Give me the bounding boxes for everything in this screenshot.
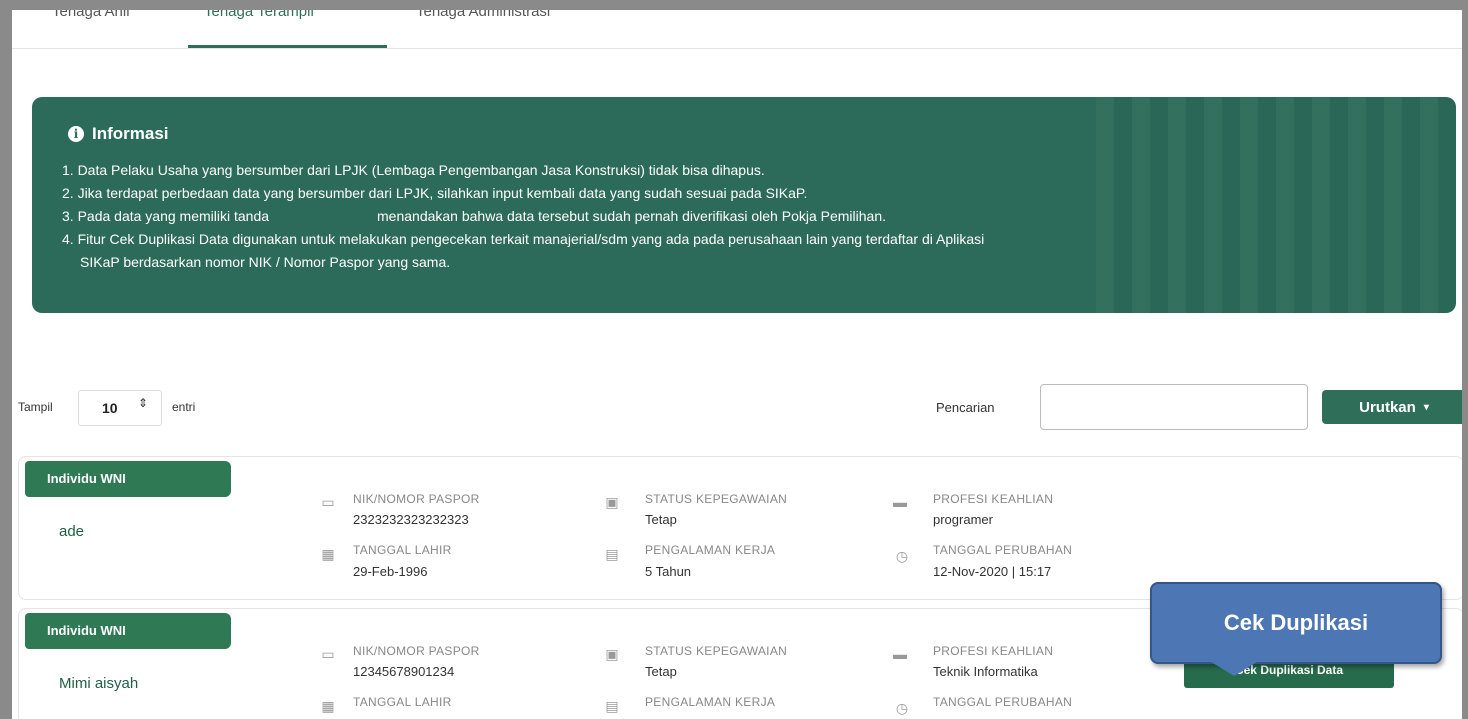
briefcase-icon: ▬ (893, 646, 907, 662)
window-frame-right (1462, 0, 1468, 719)
tgl-perubahan-label: TANGGAL PERUBAHAN (933, 695, 1073, 709)
tgl-lahir-label: TANGGAL LAHIR (353, 543, 452, 557)
page: Tenaga Ahli Tenaga Terampil Tenaga Admin… (12, 10, 1462, 719)
person-name[interactable]: Mimi aisyah (59, 675, 138, 692)
nik-label: NIK/NOMOR PASPOR (353, 492, 480, 506)
profesi-label: PROFESI KEAHLIAN (933, 644, 1054, 658)
profesi-label: PROFESI KEAHLIAN (933, 492, 1054, 506)
sort-button-label: Urutkan (1359, 398, 1416, 416)
status-label: STATUS KEPEGAWAIAN (645, 492, 788, 506)
person-badge-icon: ▣ (605, 646, 619, 662)
person-name[interactable]: ade (59, 523, 84, 540)
callout-pointer (1208, 660, 1260, 676)
briefcase-icon: ▬ (893, 494, 907, 510)
window-frame-top (0, 0, 1468, 10)
status-value: Tetap (645, 664, 677, 679)
tgl-perubahan-value: 12-Nov-2020 | 15:17 (933, 564, 1052, 579)
active-tab-indicator (188, 45, 387, 48)
status-value: Tetap (645, 512, 677, 527)
calendar-icon: ▦ (321, 698, 335, 714)
nik-value: 12345678901234 (353, 664, 455, 679)
info-item-1: 1. Data Pelaku Usaha yang bersumber dari… (62, 162, 765, 178)
status-label: STATUS KEPEGAWAIAN (645, 644, 788, 658)
info-item-4: 4. Fitur Cek Duplikasi Data digunakan un… (62, 231, 985, 247)
profesi-value: programer (933, 512, 993, 527)
show-label: Tampil (18, 400, 53, 414)
clipboard-icon: ▤ (605, 698, 619, 714)
sort-button[interactable]: Urutkan ▾ (1322, 390, 1462, 424)
cek-duplikasi-callout: Cek Duplikasi (1150, 582, 1442, 664)
clock-icon: ◷ (895, 700, 909, 716)
id-card-icon: ▭ (321, 494, 335, 510)
nik-label: NIK/NOMOR PASPOR (353, 644, 480, 658)
info-item-3-part1: 3. Pada data yang memiliki tanda (62, 208, 270, 224)
clipboard-icon: ▤ (605, 546, 619, 562)
tab-tenaga-administrasi[interactable]: Tenaga Administrasi (416, 10, 550, 41)
tgl-perubahan-label: TANGGAL PERUBAHAN (933, 543, 1073, 557)
info-title: i Informasi (68, 124, 169, 144)
person-type-tag: Individu WNI (25, 461, 231, 497)
entries-select[interactable] (78, 390, 162, 426)
search-label: Pencarian (936, 400, 995, 415)
person-card: Individu WNI ade ▭ NIK/NOMOR PASPOR 2323… (18, 456, 1462, 600)
tgl-lahir-value: 29-Feb-1996 (353, 564, 428, 579)
info-item-3: 3. Pada data yang memiliki tanda menandak… (62, 205, 1442, 228)
info-panel: i Informasi 1. Data Pelaku Usaha yang be… (32, 97, 1456, 313)
window-frame-left (0, 0, 12, 719)
tab-tenaga-terampil[interactable]: Tenaga Terampil (204, 10, 314, 41)
profesi-value: Teknik Informatika (933, 664, 1038, 679)
info-item-4-cont: SIKaP berdasarkan nomor NIK / Nomor Pasp… (80, 254, 451, 270)
info-item-2: 2. Jika terdapat perbedaan data yang ber… (62, 185, 808, 201)
person-type-tag: Individu WNI (25, 613, 231, 649)
id-card-icon: ▭ (321, 646, 335, 662)
caret-down-icon: ▾ (1423, 401, 1429, 413)
person-badge-icon: ▣ (605, 494, 619, 510)
entries-select-value[interactable]: 10 (102, 400, 118, 416)
tab-tenaga-ahli[interactable]: Tenaga Ahli (52, 10, 130, 41)
tgl-lahir-label: TANGGAL LAHIR (353, 695, 452, 709)
tab-bar: Tenaga Ahli Tenaga Terampil Tenaga Admin… (12, 10, 1462, 49)
pengalaman-label: PENGALAMAN KERJA (645, 695, 776, 709)
info-icon: i (68, 126, 84, 142)
select-arrows-icon[interactable]: ⇕ (138, 396, 148, 410)
pengalaman-label: PENGALAMAN KERJA (645, 543, 776, 557)
info-list: 1. Data Pelaku Usaha yang bersumber dari… (62, 159, 1442, 274)
clock-icon: ◷ (895, 548, 909, 564)
entries-label: entri (172, 400, 196, 414)
calendar-icon: ▦ (321, 546, 335, 562)
info-title-text: Informasi (92, 124, 169, 143)
search-input[interactable] (1040, 384, 1308, 430)
info-item-3-part2: menandakan bahwa data tersebut sudah per… (377, 208, 887, 224)
pengalaman-value: 5 Tahun (645, 564, 692, 579)
nik-value: 2323232323232323 (353, 512, 469, 527)
